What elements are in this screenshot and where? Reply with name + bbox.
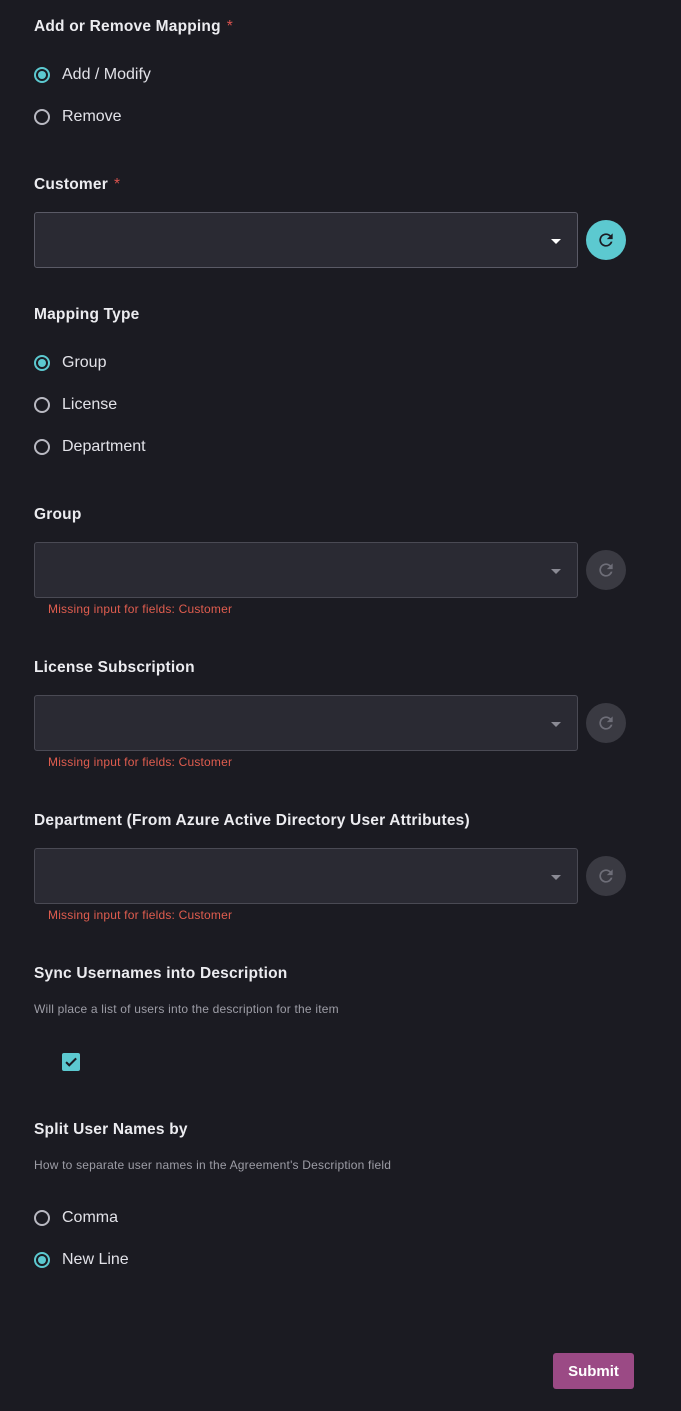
required-mark: *: [226, 18, 233, 35]
radio-new-line[interactable]: New Line: [34, 1248, 129, 1272]
radio-label: New Line: [62, 1251, 129, 1268]
sync-help-text: Will place a list of users into the desc…: [34, 1002, 339, 1016]
radio-remove[interactable]: Remove: [34, 105, 122, 129]
department-error: Missing input for fields: Customer: [48, 908, 233, 922]
department-label: Department (From Azure Active Directory …: [34, 812, 470, 829]
mapping-type-label: Mapping Type: [34, 306, 140, 323]
add-remove-label: Add or Remove Mapping *: [34, 18, 233, 36]
radio-group[interactable]: Group: [34, 351, 106, 375]
radio-label: Group: [62, 354, 107, 371]
radio-label: Department: [62, 438, 146, 455]
checkmark-icon: [65, 1057, 77, 1067]
department-refresh-button[interactable]: [586, 856, 626, 896]
group-error: Missing input for fields: Customer: [48, 602, 233, 616]
radio-license[interactable]: License: [34, 393, 117, 417]
sync-checkbox[interactable]: [62, 1053, 80, 1071]
radio-comma[interactable]: Comma: [34, 1206, 118, 1230]
license-label: License Subscription: [34, 659, 195, 676]
department-select[interactable]: [34, 848, 578, 904]
radio-label: Comma: [62, 1209, 119, 1226]
radio-button[interactable]: [34, 67, 50, 83]
radio-button[interactable]: [34, 1252, 50, 1268]
customer-label: Customer *: [34, 176, 120, 194]
customer-label-text: Customer: [34, 176, 108, 193]
chevron-down-icon: [551, 239, 561, 244]
customer-refresh-button[interactable]: [586, 220, 626, 260]
chevron-down-icon: [551, 569, 561, 574]
radio-label: License: [62, 396, 118, 413]
group-label: Group: [34, 506, 82, 523]
license-error: Missing input for fields: Customer: [48, 755, 233, 769]
radio-add-modify[interactable]: Add / Modify: [34, 63, 151, 87]
refresh-icon: [599, 233, 613, 247]
required-mark: *: [113, 176, 121, 193]
radio-button[interactable]: [34, 397, 50, 413]
radio-label: Add / Modify: [62, 66, 151, 83]
license-refresh-button[interactable]: [586, 703, 626, 743]
radio-button[interactable]: [34, 439, 50, 455]
submit-button[interactable]: Submit: [553, 1353, 634, 1389]
radio-button[interactable]: [34, 1210, 50, 1226]
radio-button[interactable]: [34, 355, 50, 371]
radio-label: Remove: [62, 108, 122, 125]
radio-button[interactable]: [34, 109, 50, 125]
split-label: Split User Names by: [34, 1121, 188, 1138]
refresh-icon: [599, 869, 613, 883]
sync-label: Sync Usernames into Description: [34, 965, 288, 982]
refresh-icon: [599, 716, 613, 730]
group-refresh-button[interactable]: [586, 550, 626, 590]
split-help-text: How to separate user names in the Agreem…: [34, 1158, 392, 1172]
license-select[interactable]: [34, 695, 578, 751]
refresh-icon: [599, 563, 613, 577]
chevron-down-icon: [551, 722, 561, 727]
add-remove-label-text: Add or Remove Mapping: [34, 18, 221, 35]
customer-select[interactable]: [34, 212, 578, 268]
chevron-down-icon: [551, 875, 561, 880]
group-select[interactable]: [34, 542, 578, 598]
radio-department[interactable]: Department: [34, 435, 146, 459]
